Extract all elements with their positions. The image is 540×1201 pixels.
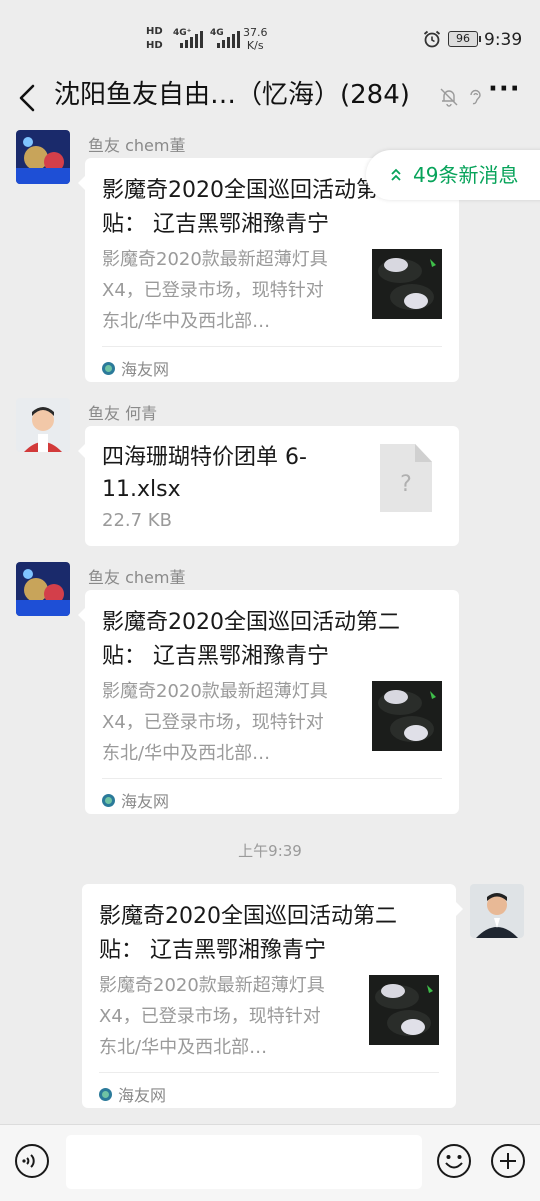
speed-unit: K/s (246, 39, 264, 52)
link-thumbnail (372, 681, 442, 751)
avatar[interactable] (16, 562, 70, 616)
source-name: 海友网 (118, 1086, 167, 1105)
link-description: 影魔奇2020款最新超薄灯具X4，已登录市场，现特针对东北/华中及西北部… (99, 975, 325, 1058)
speed-value: 37.6 (243, 26, 268, 39)
divider (102, 778, 442, 779)
signal-icon (180, 30, 203, 48)
file-size: 22.7 KB (102, 510, 172, 531)
add-attachment-icon[interactable] (490, 1143, 526, 1179)
mute-bell-icon (440, 88, 458, 107)
link-title: 影魔奇2020全国巡回活动第二贴： 辽吉黑鄂湘豫青宁 (102, 610, 400, 669)
voice-input-icon[interactable] (14, 1143, 50, 1179)
own-avatar[interactable] (470, 884, 524, 938)
link-title: 影魔奇2020全国巡回活动第二贴： 辽吉黑鄂湘豫青宁 (99, 904, 397, 963)
new-messages-label: 49条新消息 (413, 163, 519, 187)
battery-icon: 96 (448, 31, 481, 47)
ear-icon (470, 89, 481, 105)
link-card-message[interactable]: 影魔奇2020全国巡回活动第二贴： 辽吉黑鄂湘豫青宁 影魔奇2020款最新超薄灯… (78, 590, 459, 814)
link-thumbnail (372, 249, 442, 319)
link-source: 海友网 (99, 1082, 166, 1106)
double-chevron-up-icon (391, 168, 401, 181)
file-icon-glyph: ? (400, 472, 412, 497)
network-speed: 37.6 K/s (243, 26, 268, 52)
alarm-icon (423, 30, 441, 48)
source-logo-icon (102, 793, 115, 807)
link-description: 影魔奇2020款最新超薄灯具X4，已登录市场，现特针对东北/华中及西北部… (102, 249, 328, 332)
back-arrow-icon[interactable] (14, 82, 42, 114)
sender-name: 鱼友 chem董 (88, 136, 186, 155)
message-input[interactable] (66, 1135, 422, 1189)
sender-name: 鱼友 chem董 (88, 568, 186, 587)
link-source: 海友网 (102, 788, 169, 812)
avatar[interactable] (16, 398, 70, 452)
battery-level: 96 (456, 32, 470, 45)
link-source: 海友网 (102, 356, 169, 380)
source-logo-icon (99, 1087, 112, 1101)
link-description: 影魔奇2020款最新超薄灯具X4，已登录市场，现特针对东北/华中及西北部… (102, 681, 328, 764)
file-name: 四海珊瑚特价团单 6-11.xlsx (102, 445, 307, 502)
avatar[interactable] (16, 130, 70, 184)
divider (99, 1072, 439, 1073)
status-bar: HD HD 4G⁺ 4G 37.6 K/s 96 9:39 (0, 0, 540, 80)
divider (102, 346, 442, 347)
hd-indicator-2: HD (146, 40, 163, 51)
chat-header: 沈阳鱼友自由…（忆海）(284) ··· (0, 74, 540, 122)
source-name: 海友网 (121, 360, 170, 379)
chat-title[interactable]: 沈阳鱼友自由…（忆海）(284) (54, 80, 410, 110)
input-toolbar (0, 1124, 540, 1201)
file-message[interactable]: 四海珊瑚特价团单 6-11.xlsx 22.7 KB ? (78, 426, 459, 546)
new-messages-button[interactable]: 49条新消息 (366, 150, 540, 200)
clock: 9:39 (484, 30, 523, 50)
emoji-icon[interactable] (436, 1143, 472, 1179)
source-logo-icon (102, 361, 115, 375)
source-name: 海友网 (121, 792, 170, 811)
hd-indicator: HD (146, 26, 163, 37)
more-options-icon[interactable]: ··· (488, 74, 521, 104)
sender-name: 鱼友 何青 (88, 404, 158, 423)
link-thumbnail (369, 975, 439, 1045)
signal-icon-2 (217, 30, 240, 48)
link-card-message-own[interactable]: 影魔奇2020全国巡回活动第二贴： 辽吉黑鄂湘豫青宁 影魔奇2020款最新超薄灯… (82, 884, 463, 1108)
message-timestamp: 上午9:39 (238, 842, 302, 860)
